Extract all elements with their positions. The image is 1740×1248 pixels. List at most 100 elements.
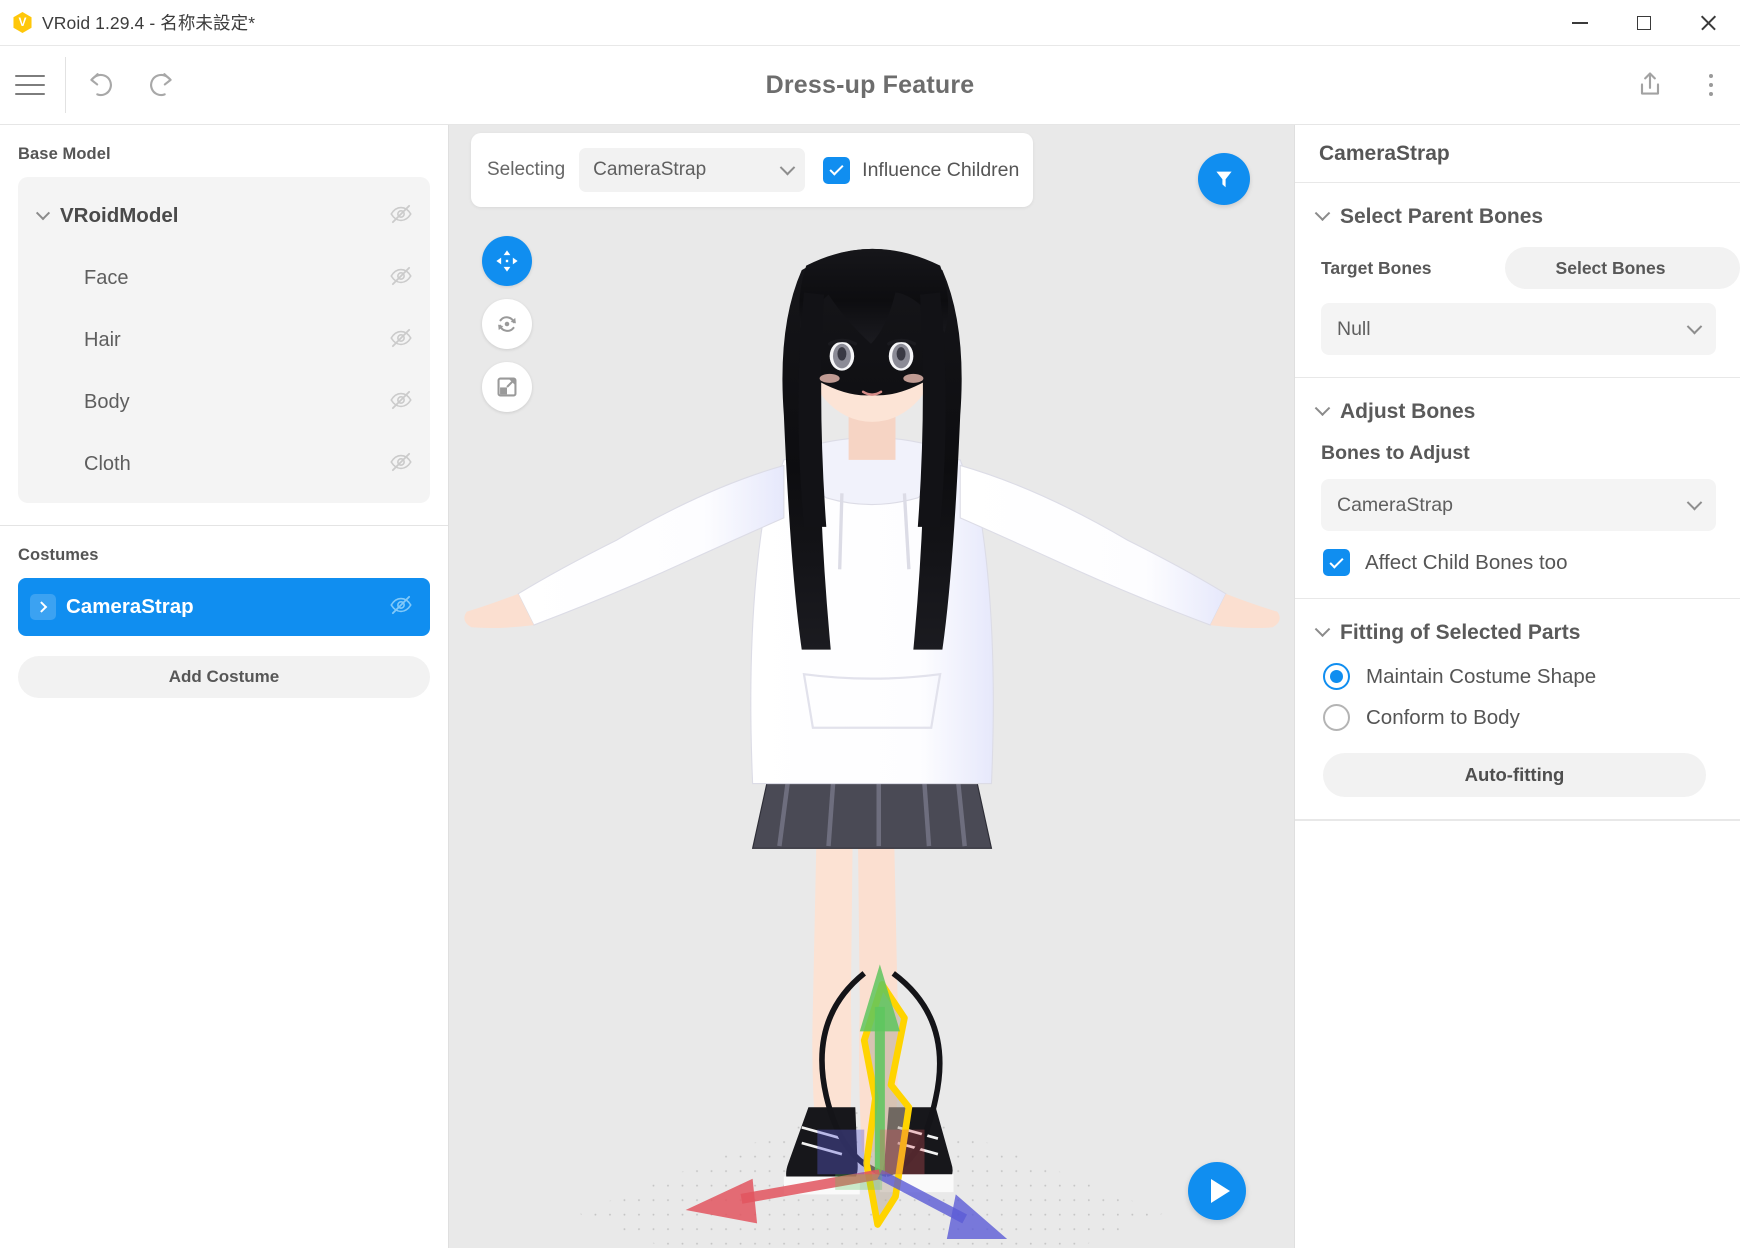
affect-child-bones-control[interactable]: Affect Child Bones too — [1313, 549, 1716, 576]
chevron-down-icon — [1314, 204, 1331, 221]
tree-item-label: Body — [84, 390, 130, 413]
redo-button[interactable] — [131, 46, 191, 125]
target-bones-dropdown[interactable]: Null — [1321, 303, 1716, 355]
inspector-header: CameraStrap — [1295, 125, 1740, 183]
target-bones-value: Null — [1337, 317, 1371, 340]
redo-icon — [150, 73, 172, 97]
radio-maintain-costume-shape[interactable]: Maintain Costume Shape — [1313, 663, 1716, 690]
eye-off-icon[interactable] — [388, 449, 414, 480]
affect-child-bones-checkbox[interactable] — [1323, 549, 1350, 576]
hamburger-icon — [15, 75, 45, 95]
selected-object-value: CameraStrap — [593, 159, 707, 180]
section-adjust-bones: Adjust Bones Bones to Adjust CameraStrap… — [1295, 378, 1740, 599]
gizmo-tool-group — [482, 236, 532, 412]
section-title: Adjust Bones — [1340, 400, 1476, 423]
app-logo-icon: V — [12, 12, 33, 33]
section-title: Select Parent Bones — [1340, 205, 1544, 228]
app-logo-glyph: V — [18, 15, 27, 29]
more-options-button[interactable] — [1698, 70, 1724, 100]
minimize-icon — [1572, 22, 1588, 24]
base-model-label: Base Model — [18, 145, 111, 163]
model-viewport[interactable]: Selecting CameraStrap Influence Children — [449, 125, 1294, 1248]
scale-icon — [497, 377, 517, 397]
tree-item-cloth[interactable]: Cloth — [18, 433, 430, 495]
tree-item-vroidmodel[interactable]: VRoidModel — [18, 185, 430, 247]
selecting-label: Selecting — [487, 159, 566, 180]
close-button[interactable] — [1676, 0, 1740, 46]
upload-icon — [1640, 72, 1660, 95]
chevron-down-icon — [1314, 399, 1331, 416]
chevron-down-icon — [1686, 318, 1703, 334]
inspector-empty-area — [1295, 820, 1740, 1248]
costumes-label: Costumes — [18, 546, 99, 564]
tree-item-label: Cloth — [84, 452, 131, 475]
undo-button[interactable] — [71, 46, 131, 125]
main-toolbar: Dress-up Feature — [0, 46, 1740, 125]
chevron-down-icon — [779, 159, 796, 175]
auto-fitting-button[interactable]: Auto-fitting — [1323, 753, 1706, 797]
eye-off-icon[interactable] — [388, 387, 414, 418]
undo-icon — [90, 73, 112, 97]
costume-item-camerastrap[interactable]: CameraStrap — [18, 578, 430, 636]
left-sidebar: Base Model VRoidModel Face Hair Body Clo… — [0, 125, 449, 1248]
section-header-adjust-bones[interactable]: Adjust Bones — [1313, 399, 1716, 424]
toolbar-divider — [65, 57, 66, 113]
chevron-down-icon — [1314, 620, 1331, 637]
window-titlebar: V VRoid 1.29.4 - 名称未設定* — [0, 0, 1740, 46]
section-header-parent-bones[interactable]: Select Parent Bones — [1313, 204, 1716, 229]
play-button[interactable] — [1188, 1162, 1246, 1220]
tree-item-body[interactable]: Body — [18, 371, 430, 433]
selected-object-dropdown[interactable]: CameraStrap — [579, 148, 806, 192]
chevron-down-icon[interactable] — [32, 206, 54, 221]
chevron-right-icon[interactable] — [30, 594, 56, 620]
influence-children-label: Influence Children — [862, 158, 1020, 181]
filter-funnel-icon — [1216, 171, 1232, 188]
menu-button[interactable] — [0, 46, 60, 125]
inspector-panel: CameraStrap Select Parent Bones Target B… — [1294, 125, 1740, 1248]
maximize-button[interactable] — [1612, 0, 1676, 46]
tree-item-face[interactable]: Face — [18, 247, 430, 309]
radio-button[interactable] — [1323, 663, 1350, 690]
section-select-parent-bones: Select Parent Bones Target Bones Select … — [1295, 183, 1740, 378]
affect-child-bones-label: Affect Child Bones too — [1365, 550, 1568, 574]
influence-children-checkbox[interactable] — [823, 156, 851, 184]
tree-item-label: Hair — [84, 328, 121, 351]
section-header-fitting[interactable]: Fitting of Selected Parts — [1313, 620, 1716, 645]
rotate-icon — [498, 316, 516, 332]
eye-off-icon[interactable] — [388, 592, 414, 623]
select-bones-button[interactable]: Select Bones — [1505, 247, 1740, 289]
radio-label: Conform to Body — [1366, 705, 1520, 729]
close-icon — [1699, 14, 1717, 32]
chevron-down-icon — [1686, 494, 1703, 510]
bones-to-adjust-value: CameraStrap — [1337, 493, 1453, 516]
eye-off-icon[interactable] — [388, 325, 414, 356]
influence-children-control[interactable]: Influence Children — [823, 156, 1020, 184]
section-title: Fitting of Selected Parts — [1340, 621, 1581, 644]
app-body: Base Model VRoidModel Face Hair Body Clo… — [0, 125, 1740, 1248]
section-fitting: Fitting of Selected Parts Maintain Costu… — [1295, 599, 1740, 820]
eye-off-icon[interactable] — [388, 263, 414, 294]
target-bones-label: Target Bones — [1321, 257, 1432, 278]
radio-conform-to-body[interactable]: Conform to Body — [1313, 704, 1716, 731]
scale-tool-button[interactable] — [482, 362, 532, 412]
play-icon — [1210, 1179, 1230, 1203]
move-tool-button[interactable] — [482, 236, 532, 286]
rotate-tool-button[interactable] — [482, 299, 532, 349]
model-hoodie — [464, 436, 1280, 785]
inspector-title: CameraStrap — [1319, 141, 1450, 165]
more-vertical-icon — [1708, 73, 1714, 79]
costumes-section: Costumes CameraStrap Add Costume — [0, 526, 448, 712]
model-3d-canvas — [464, 248, 1280, 1248]
model-tree: VRoidModel Face Hair Body Cloth — [18, 177, 430, 503]
tree-item-hair[interactable]: Hair — [18, 309, 430, 371]
tree-item-label: Face — [84, 266, 129, 289]
eye-off-icon[interactable] — [388, 201, 414, 232]
filter-button[interactable] — [1198, 153, 1250, 205]
minimize-button[interactable] — [1548, 0, 1612, 46]
bones-to-adjust-dropdown[interactable]: CameraStrap — [1321, 479, 1716, 531]
costume-item-label: CameraStrap — [66, 595, 194, 618]
add-costume-button[interactable]: Add Costume — [18, 656, 430, 698]
export-button[interactable] — [1630, 63, 1670, 107]
radio-button[interactable] — [1323, 704, 1350, 731]
vroid-studio-window: V VRoid 1.29.4 - 名称未設定* Dress-up Feature… — [0, 0, 1740, 1248]
